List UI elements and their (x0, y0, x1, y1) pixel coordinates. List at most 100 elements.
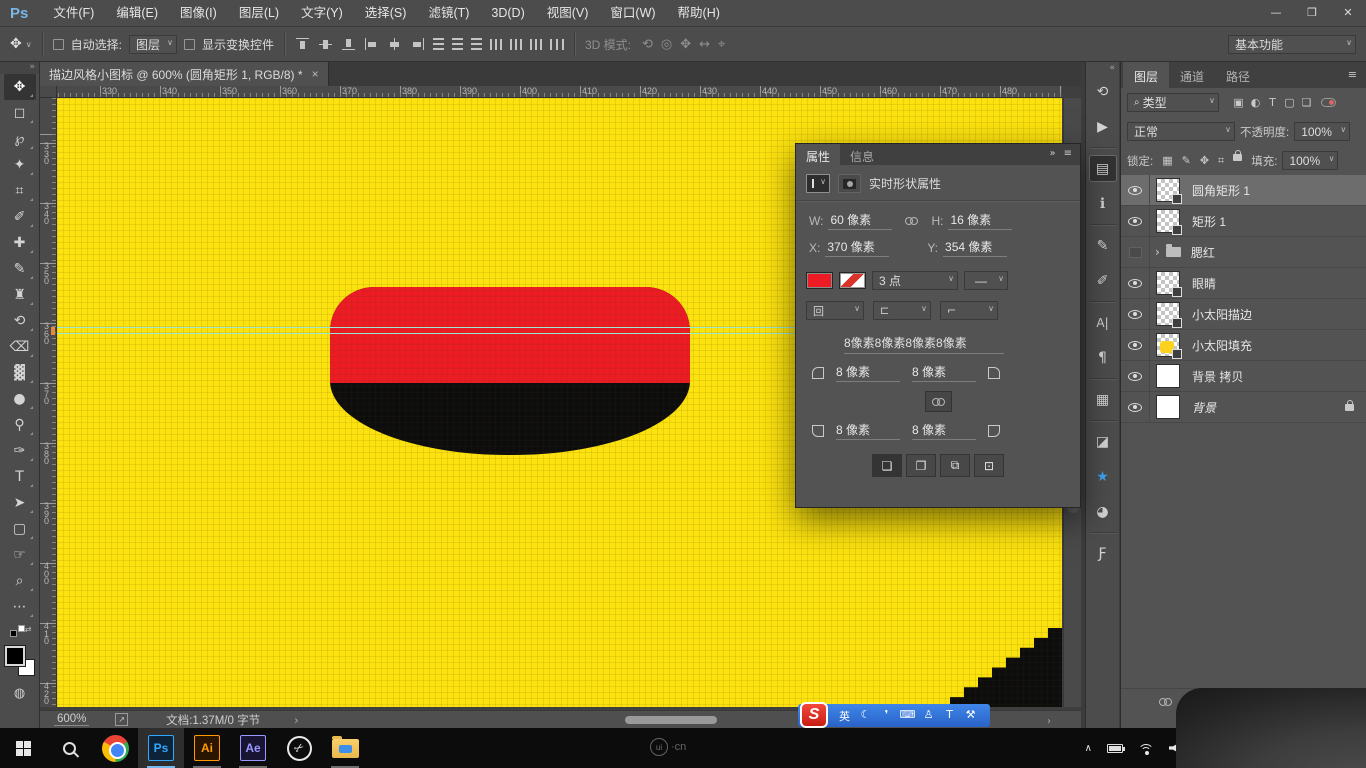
type-tool[interactable]: T (4, 464, 36, 490)
zoom-level-field[interactable]: 600% (54, 713, 89, 726)
info-panel-icon[interactable]: ℹ (1089, 190, 1117, 217)
gradient-tool[interactable]: ▓ (4, 360, 36, 386)
bottom-left-radius-field[interactable]: 8 像素 (836, 421, 900, 440)
patterns-panel-icon[interactable]: ▦ (1089, 386, 1117, 413)
visibility-toggle[interactable] (1121, 268, 1150, 298)
rounded-rectangle-tool[interactable]: ▢ (4, 516, 36, 542)
filter-type-layers-icon[interactable]: T (1264, 96, 1281, 109)
stroke-corners-select[interactable]: ⌐ (940, 301, 998, 320)
link-corner-radii-button[interactable] (925, 391, 952, 412)
menu-item-0[interactable]: 文件(F) (42, 0, 105, 26)
top-left-radius-field[interactable]: 8 像素 (836, 363, 900, 382)
sogou-logo-icon[interactable]: S (800, 702, 828, 728)
menu-item-7[interactable]: 3D(D) (480, 0, 535, 26)
dodge-tool[interactable]: ⚲ (4, 412, 36, 438)
stroke-style-select[interactable]: — (964, 271, 1008, 290)
stroke-width-select[interactable]: 3 点 (872, 271, 958, 290)
3d-drag-icon[interactable]: ✥ (676, 37, 695, 52)
distribute-horizontal-centers-icon[interactable] (510, 39, 522, 50)
menu-item-6[interactable]: 滤镜(T) (417, 0, 480, 26)
taskbar-photoshop[interactable]: Ps (138, 728, 184, 768)
filter-shape-layers-icon[interactable]: ▢ (1281, 96, 1298, 109)
layer-thumbnail[interactable] (1150, 209, 1186, 233)
brush-presets-panel-icon[interactable]: ✐ (1089, 267, 1117, 294)
panel-menu-icon[interactable]: ≡ (1064, 148, 1072, 165)
lock-position-icon[interactable]: ✥ (1200, 154, 1209, 168)
edit-toolbar[interactable]: ⋯ (4, 594, 36, 620)
ruler-origin-corner[interactable] (40, 86, 57, 98)
quick-selection-tool[interactable]: ✦ (4, 152, 36, 178)
lasso-tool[interactable]: ℘ (4, 126, 36, 152)
mask-mode-button[interactable] (838, 174, 861, 193)
align-right-edges-icon[interactable] (410, 37, 425, 51)
menu-item-3[interactable]: 图层(L) (228, 0, 290, 26)
tab-close-icon[interactable]: × (312, 67, 319, 81)
filter-adjustment-layers-icon[interactable]: ◐ (1247, 96, 1264, 109)
scroll-right-arrow-icon[interactable]: › (1047, 716, 1051, 727)
distribute-spacing-icon[interactable] (550, 39, 564, 50)
brush-tool[interactable]: ✎ (4, 256, 36, 282)
taskbar-search-button[interactable] (46, 728, 92, 768)
filter-smart-objects-icon[interactable]: ❏ (1298, 96, 1315, 109)
height-field[interactable]: 16 像素 (948, 211, 1012, 230)
character-panel-icon[interactable]: A| (1089, 309, 1117, 336)
visibility-toggle[interactable] (1121, 175, 1150, 205)
width-field[interactable]: 60 像素 (828, 211, 892, 230)
visibility-toggle[interactable] (1121, 299, 1150, 329)
spot-healing-brush-tool[interactable]: ✚ (4, 230, 36, 256)
layer-thumbnail[interactable] (1150, 333, 1186, 357)
layer-thumbnail[interactable] (1150, 395, 1186, 419)
menu-item-4[interactable]: 文字(Y) (290, 0, 354, 26)
move-tool[interactable]: ✥ (4, 74, 36, 100)
layers-tab-2[interactable]: 路径 (1215, 62, 1261, 88)
y-field[interactable]: 354 像素 (943, 238, 1007, 257)
opacity-select[interactable]: 100% (1294, 122, 1350, 141)
foreground-color-swatch[interactable] (5, 646, 25, 666)
menu-item-10[interactable]: 帮助(H) (667, 0, 731, 26)
3d-roll-icon[interactable]: ◎ (657, 37, 676, 52)
brush-panel-icon[interactable]: ✎ (1089, 232, 1117, 259)
layer-row-6[interactable]: 背景 拷贝 (1121, 361, 1366, 392)
visibility-toggle[interactable] (1121, 206, 1150, 236)
history-brush-tool[interactable]: ⟲ (4, 308, 36, 334)
taskbar-illustrator[interactable]: Ai (184, 728, 230, 768)
layer-row-1[interactable]: 矩形 1 (1121, 206, 1366, 237)
rectangular-marquee-tool[interactable]: ◻ (4, 100, 36, 126)
document-tab[interactable]: 描边风格小图标 @ 600% (圆角矩形 1, RGB/8) * × (40, 62, 329, 86)
dock-collapse-icon[interactable]: « (1086, 62, 1119, 74)
taskbar-chrome[interactable] (92, 728, 138, 768)
taskbar-after-effects[interactable]: Ae (230, 728, 276, 768)
layer-row-4[interactable]: 小太阳描边 (1121, 299, 1366, 330)
auto-select-target-select[interactable]: 图层 (129, 35, 177, 54)
layer-thumbnail[interactable] (1163, 247, 1185, 257)
stroke-align-select[interactable]: 回 (806, 301, 864, 320)
share-icon[interactable]: ↗ (115, 713, 128, 726)
restore-button[interactable]: ❐ (1294, 0, 1330, 26)
layers-tab-0[interactable]: 图层 (1123, 62, 1169, 88)
clone-stamp-tool[interactable]: ♜ (4, 282, 36, 308)
tool-preset-caret-icon[interactable]: ∨ (26, 40, 32, 49)
menu-item-2[interactable]: 图像(I) (169, 0, 228, 26)
panel-collapse-icon[interactable]: » (1049, 148, 1055, 165)
plugin-star-panel-icon[interactable]: ★ (1089, 463, 1117, 490)
distribute-vertical-centers-icon[interactable] (452, 38, 463, 50)
horizontal-ruler[interactable]: 3303403503603703803904004104204304404504… (57, 86, 1062, 98)
filter-toggle-switch[interactable] (1321, 98, 1336, 107)
stroke-caps-select[interactable]: ⊏ (873, 301, 931, 320)
sogou-punctuation-icon[interactable]: ❜ (876, 708, 897, 724)
layer-filter-select[interactable]: ⌕类型 (1127, 93, 1219, 112)
exclude-shapes-button[interactable]: ⊡ (974, 454, 1004, 477)
menu-item-9[interactable]: 窗口(W) (599, 0, 666, 26)
actions-panel-icon[interactable]: ▶ (1089, 113, 1117, 140)
mouth-shape-black-ellipse[interactable] (330, 287, 690, 455)
layers-tab-1[interactable]: 通道 (1169, 62, 1215, 88)
top-right-radius-field[interactable]: 8 像素 (912, 363, 976, 382)
properties-panel-icon[interactable]: ▤ (1089, 155, 1117, 182)
minimize-button[interactable]: — (1258, 0, 1294, 26)
visibility-toggle[interactable] (1121, 237, 1150, 267)
history-panel-icon[interactable]: ⟲ (1089, 78, 1117, 105)
show-transform-checkbox[interactable] (184, 39, 195, 50)
tray-chevron-icon[interactable]: ∧ (1085, 743, 1092, 754)
distribute-top-edges-icon[interactable] (433, 38, 444, 50)
pen-tool[interactable]: ✑ (4, 438, 36, 464)
